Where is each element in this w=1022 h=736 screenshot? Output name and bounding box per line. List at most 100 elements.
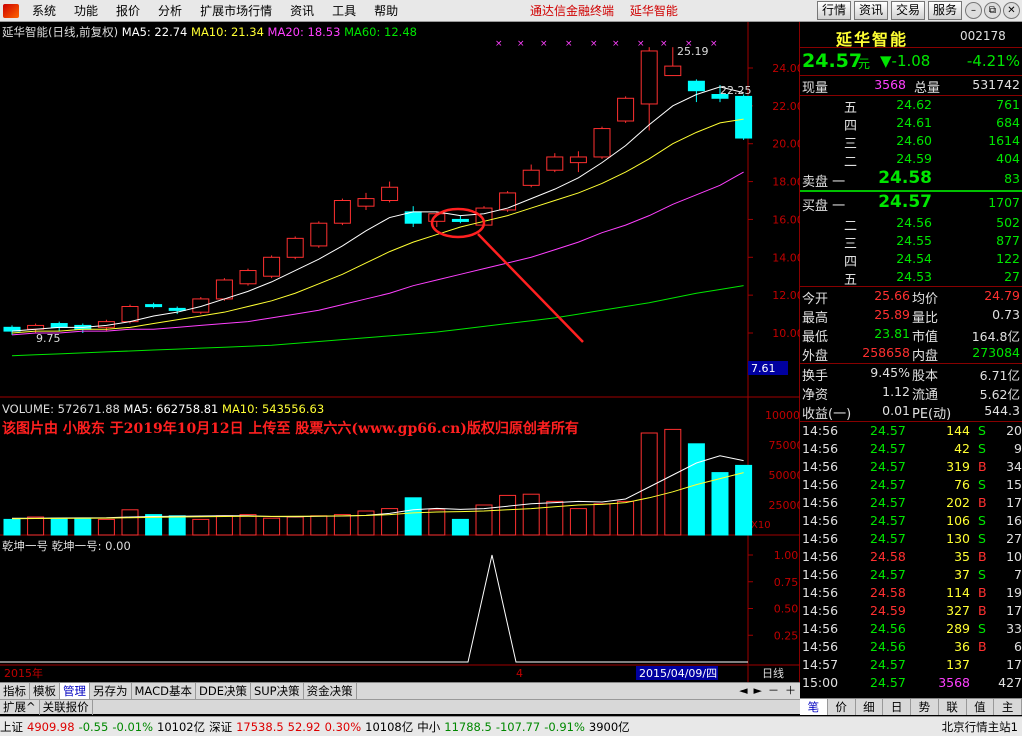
order-label: 卖盘 一	[802, 175, 846, 190]
menu-help[interactable]: 帮助	[365, 0, 407, 22]
tab-macd-basic[interactable]: MACD基本	[132, 683, 196, 699]
date-label-left: 2015年	[4, 666, 43, 680]
tick-row: 14:56 24.58 114 B 19	[800, 584, 1022, 602]
tick-time: 14:56	[802, 477, 839, 492]
candle-body	[522, 169, 540, 186]
expand-button[interactable]: 扩展^	[0, 699, 40, 715]
tick-side: B	[978, 639, 987, 654]
arrow-right-icon[interactable]: ►	[754, 683, 762, 699]
volume-bar	[310, 515, 328, 536]
tab-value[interactable]: 值	[967, 699, 995, 715]
tick-row: 14:56 24.57 42 S 9	[800, 440, 1022, 458]
tab-ticks[interactable]: 笔	[800, 699, 828, 715]
menu-system[interactable]: 系统	[23, 0, 65, 22]
tick-row: 14:56 24.56 36 B 6	[800, 638, 1022, 656]
zx-index: 11788.5	[444, 719, 492, 734]
minimize-icon[interactable]: –	[965, 2, 982, 19]
stat-value: 164.8亿	[971, 329, 1020, 344]
signal-marker: ×	[590, 39, 598, 49]
tick-volume: 106	[946, 513, 970, 528]
extension-bar: 扩展^ 关联报价	[0, 699, 800, 715]
candle-body	[451, 218, 469, 222]
volume-bar	[3, 518, 21, 536]
arrow-left-icon[interactable]: ◄	[739, 683, 747, 699]
tab-trend[interactable]: 势	[911, 699, 939, 715]
candle-body	[735, 95, 753, 139]
menu-news[interactable]: 资讯	[281, 0, 323, 22]
signal-marker: ×	[517, 39, 525, 49]
tick-list[interactable]: 14:56 24.57 144 S 20 14:56 24.57 42 S 9 14:56 24.57…	[800, 422, 1022, 692]
right-price-annotation: 22.25	[720, 84, 752, 97]
current-stock-title: 延华智能	[629, 4, 678, 18]
service-button[interactable]: 服务	[927, 1, 962, 20]
price-change: ▼-1.08	[880, 52, 931, 70]
tab-main[interactable]: 主	[994, 699, 1022, 715]
chart-canvas[interactable]: 24.00 22.00 20.00 18.00 16.00 14.00 12.00 10.00…	[0, 22, 800, 682]
menu-extended-market[interactable]: 扩展市场行情	[191, 0, 281, 22]
chart-nav: ◄ ► － ＋	[739, 683, 796, 699]
tab-link[interactable]: 联	[939, 699, 967, 715]
tick-count: 6	[1014, 639, 1022, 654]
indicator-axis-label: 0.50	[774, 603, 799, 616]
tick-row: 14:56 24.58 35 B 10	[800, 548, 1022, 566]
tick-row: 14:56 24.57 144 S 20	[800, 422, 1022, 440]
menu-analysis[interactable]: 分析	[149, 0, 191, 22]
tab-template[interactable]: 模板	[30, 683, 60, 699]
tab-day[interactable]: 日	[883, 699, 911, 715]
highlight-arrow	[477, 233, 584, 343]
related-quote-button[interactable]: 关联报价	[40, 699, 93, 715]
stat-value: 0.73	[992, 307, 1020, 322]
tab-detail[interactable]: 细	[856, 699, 884, 715]
sell-order-book: 五 24.62 761 四 24.61 684 三 24.60 1614 二 24.59 404 卖盘 …	[800, 96, 1022, 190]
kline-chart-area[interactable]: 24.00 22.00 20.00 18.00 16.00 14.00 12.00 10.00…	[0, 22, 800, 682]
volume-bar	[664, 428, 682, 536]
order-book-row: 二 24.59 404	[800, 150, 1022, 170]
quote-button[interactable]: 行情	[816, 1, 851, 20]
tick-time: 14:56	[802, 549, 839, 564]
tab-manage[interactable]: 管理	[60, 683, 90, 699]
close-icon[interactable]: ✕	[1003, 2, 1020, 19]
tab-price[interactable]: 价	[828, 699, 856, 715]
tick-count: 17	[1006, 657, 1022, 672]
app-title: 通达信金融终端	[530, 4, 615, 18]
restore-icon[interactable]: ⧉	[984, 2, 1001, 19]
tick-price: 24.57	[870, 567, 906, 582]
zoom-in-icon[interactable]: ＋	[785, 683, 796, 699]
menu-function[interactable]: 功能	[65, 0, 107, 22]
ma5-line	[11, 86, 744, 332]
order-volume: 1707	[988, 195, 1020, 210]
stat-value: 5.62亿	[979, 387, 1020, 402]
tab-save-as[interactable]: 另存为	[90, 683, 132, 699]
signal-marker: ×	[612, 39, 620, 49]
price-axis-label: 10.00	[772, 327, 800, 340]
tick-count: 27	[1006, 531, 1022, 546]
trade-button[interactable]: 交易	[890, 1, 925, 20]
stat-label: 换手	[802, 369, 829, 384]
news-button[interactable]: 资讯	[853, 1, 888, 20]
price-axis-label: 24.00	[772, 62, 800, 75]
order-book-row: 三 24.55 877	[800, 232, 1022, 252]
tick-count: 17	[1006, 603, 1022, 618]
stat-label: 内盘	[912, 349, 939, 364]
stat-value: 24.79	[984, 288, 1020, 303]
candle-body	[357, 198, 375, 207]
order-price: 24.56	[896, 215, 932, 230]
order-price: 24.53	[896, 269, 932, 284]
app-logo-icon	[3, 3, 19, 18]
menu-quote[interactable]: 报价	[107, 0, 149, 22]
indicator-axis-label: 0.25	[774, 629, 799, 642]
tab-sup[interactable]: SUP决策	[251, 683, 304, 699]
menu-tools[interactable]: 工具	[323, 0, 365, 22]
tab-dde[interactable]: DDE决策	[196, 683, 251, 699]
order-volume: 404	[996, 151, 1020, 166]
tick-price: 24.57	[870, 459, 906, 474]
indicator-axis-label: 0.75	[774, 576, 799, 589]
volume-bar	[27, 516, 45, 536]
tab-indicator[interactable]: 指标	[0, 683, 30, 699]
tab-fund[interactable]: 资金决策	[304, 683, 357, 699]
zoom-out-icon[interactable]: －	[768, 683, 779, 699]
tick-row: 14:56 24.57 319 B 34	[800, 458, 1022, 476]
tick-side: S	[978, 513, 986, 528]
window-controls: – ⧉ ✕	[965, 2, 1020, 19]
order-volume: 761	[996, 97, 1020, 112]
